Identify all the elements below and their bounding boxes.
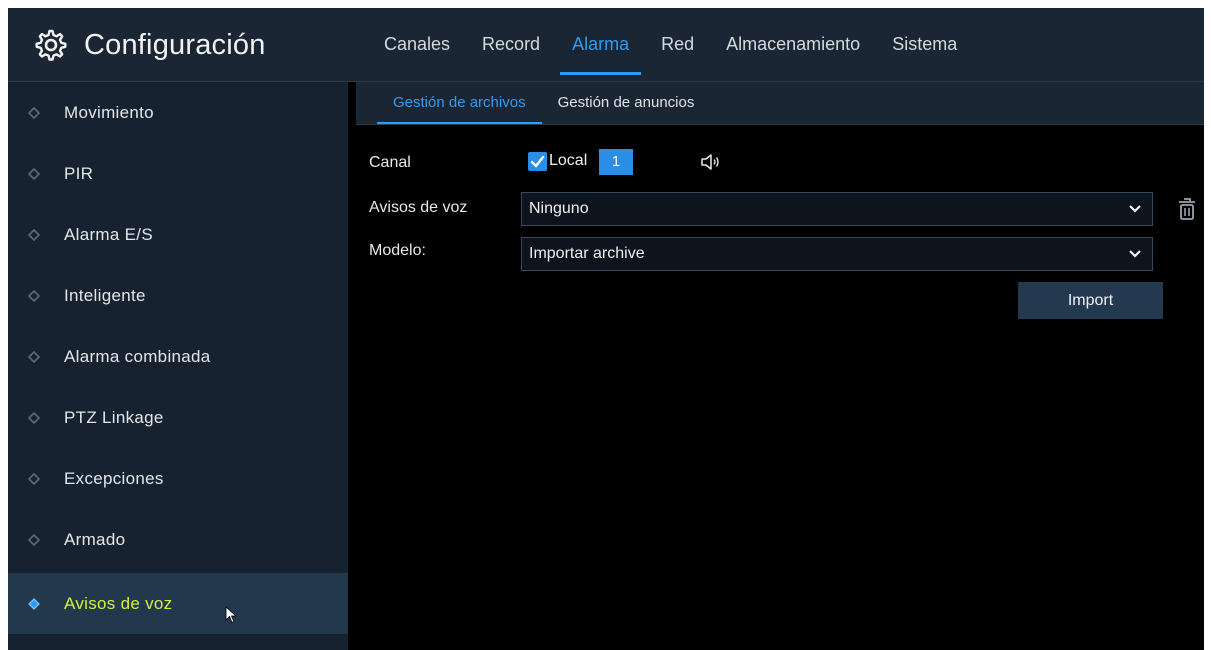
- gear-icon: [35, 29, 67, 61]
- diamond-bullet-icon: [28, 472, 40, 485]
- chevron-down-icon: [1129, 205, 1141, 213]
- subtab-gestion-anuncios[interactable]: Gestión de anuncios: [542, 82, 711, 124]
- sidebar-item-ptz-linkage[interactable]: PTZ Linkage: [8, 387, 348, 448]
- sub-tabs: Gestión de archivos Gestión de anuncios: [356, 82, 1204, 125]
- model-select[interactable]: Importar archive: [521, 237, 1153, 271]
- voice-prompts-label: Avisos de voz: [369, 199, 468, 216]
- sidebar-item-label: PTZ Linkage: [64, 407, 164, 427]
- tab-alarma[interactable]: Alarma: [556, 8, 645, 81]
- sidebar-item-movimiento[interactable]: Movimiento: [8, 82, 348, 143]
- model-value: Importar archive: [529, 245, 645, 262]
- chevron-down-icon: [1129, 250, 1141, 258]
- sidebar-item-pir[interactable]: PIR: [8, 143, 348, 204]
- brand: Configuración: [34, 24, 266, 66]
- model-label: Modelo:: [369, 242, 426, 259]
- page-title: Configuración: [84, 28, 266, 61]
- tab-canales[interactable]: Canales: [368, 8, 466, 81]
- dvr-screen: Configuración Canales Record Alarma Red …: [8, 8, 1204, 650]
- diamond-bullet-icon: [28, 289, 40, 302]
- checkmark-icon: [530, 155, 545, 168]
- tab-sistema[interactable]: Sistema: [876, 8, 973, 81]
- diamond-bullet-icon: [28, 597, 40, 610]
- sidebar-item-label: PIR: [64, 163, 94, 183]
- sidebar-item-inteligente[interactable]: Inteligente: [8, 265, 348, 326]
- diamond-bullet-icon: [28, 228, 40, 241]
- sidebar-item-label: Armado: [64, 529, 126, 549]
- diamond-bullet-icon: [28, 411, 40, 424]
- import-button[interactable]: Import: [1018, 282, 1163, 319]
- diamond-bullet-icon: [28, 106, 40, 119]
- header-bar: Configuración Canales Record Alarma Red …: [8, 8, 1204, 82]
- sidebar-item-label: Alarma combinada: [64, 346, 211, 366]
- local-checkbox[interactable]: [528, 152, 547, 171]
- sidebar-item-label: Avisos de voz: [64, 593, 173, 613]
- sidebar-item-excepciones[interactable]: Excepciones: [8, 448, 348, 509]
- sidebar-item-label: Excepciones: [64, 468, 164, 488]
- tab-almacenamiento[interactable]: Almacenamiento: [710, 8, 876, 81]
- tab-record[interactable]: Record: [466, 8, 556, 81]
- sidebar-item-avisos-de-voz[interactable]: Avisos de voz: [8, 573, 348, 634]
- channel-number-button[interactable]: 1: [599, 149, 633, 175]
- speaker-icon[interactable]: [700, 152, 722, 172]
- sidebar-item-label: Movimiento: [64, 102, 154, 122]
- canal-label: Canal: [369, 154, 411, 171]
- sidebar-item-label: Inteligente: [64, 285, 146, 305]
- content-panel: Gestión de archivos Gestión de anuncios …: [356, 82, 1204, 650]
- voice-prompts-value: Ninguno: [529, 200, 589, 217]
- voice-prompts-select[interactable]: Ninguno: [521, 192, 1153, 226]
- sidebar-item-alarma-es[interactable]: Alarma E/S: [8, 204, 348, 265]
- main-tabs: Canales Record Alarma Red Almacenamiento…: [368, 8, 973, 81]
- sidebar-item-alarma-combinada[interactable]: Alarma combinada: [8, 326, 348, 387]
- diamond-bullet-icon: [28, 533, 40, 546]
- sidebar-item-armado[interactable]: Armado: [8, 509, 348, 570]
- diamond-bullet-icon: [28, 350, 40, 363]
- mouse-cursor-icon: [225, 606, 237, 624]
- sidebar-item-label: Alarma E/S: [64, 224, 153, 244]
- subtab-gestion-archivos[interactable]: Gestión de archivos: [377, 82, 542, 124]
- tab-red[interactable]: Red: [645, 8, 710, 81]
- trash-icon[interactable]: [1176, 196, 1198, 222]
- diamond-bullet-icon: [28, 167, 40, 180]
- local-label: Local: [549, 152, 588, 169]
- sidebar: Movimiento PIR Alarma E/S Inteligente Al…: [8, 82, 348, 650]
